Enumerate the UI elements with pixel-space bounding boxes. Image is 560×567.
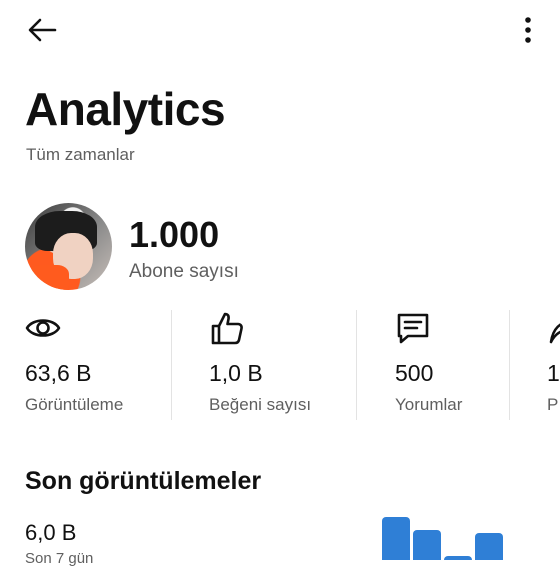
comment-icon [397,313,429,344]
stat-value: 1,0 B [209,360,263,386]
stats-row: 63,6 B Görüntüleme 1,0 B Beğeni sayısı 5… [0,305,560,420]
recent-views-period: Son 7 gün [25,550,94,567]
date-range-label: Tüm zamanlar [26,145,135,164]
divider [509,310,510,420]
recent-views-title: Son görüntülemeler [25,467,262,495]
subscriber-label: Abone sayısı [129,261,239,282]
stat-value: 1 [547,360,560,386]
recent-views-bar [382,517,410,560]
divider [171,310,172,420]
stat-label: Görüntüleme [25,395,124,414]
recent-views-bar [475,533,503,560]
stat-value: 500 [395,360,434,386]
avatar-shirt [29,265,69,290]
back-button[interactable] [22,12,62,48]
stat-label: Beğeni sayısı [209,395,312,414]
avatar[interactable] [25,203,112,290]
eye-icon [25,319,61,337]
stat-value: 63,6 B [25,360,92,386]
top-bar [0,0,560,60]
page-title: Analytics [25,83,226,135]
more-vertical-icon [525,17,531,43]
stat-label: P [547,395,559,414]
recent-views-bar [413,530,441,560]
divider [356,310,357,420]
share-icon [549,323,560,344]
arrow-left-icon [28,18,57,42]
thumbs-up-icon [211,312,243,345]
subscriber-count: 1.000 [129,214,220,255]
recent-views-bar [444,556,472,560]
stat-label: Yorumlar [395,395,463,414]
more-options-button[interactable] [516,12,540,48]
recent-views-value: 6,0 B [25,520,77,545]
